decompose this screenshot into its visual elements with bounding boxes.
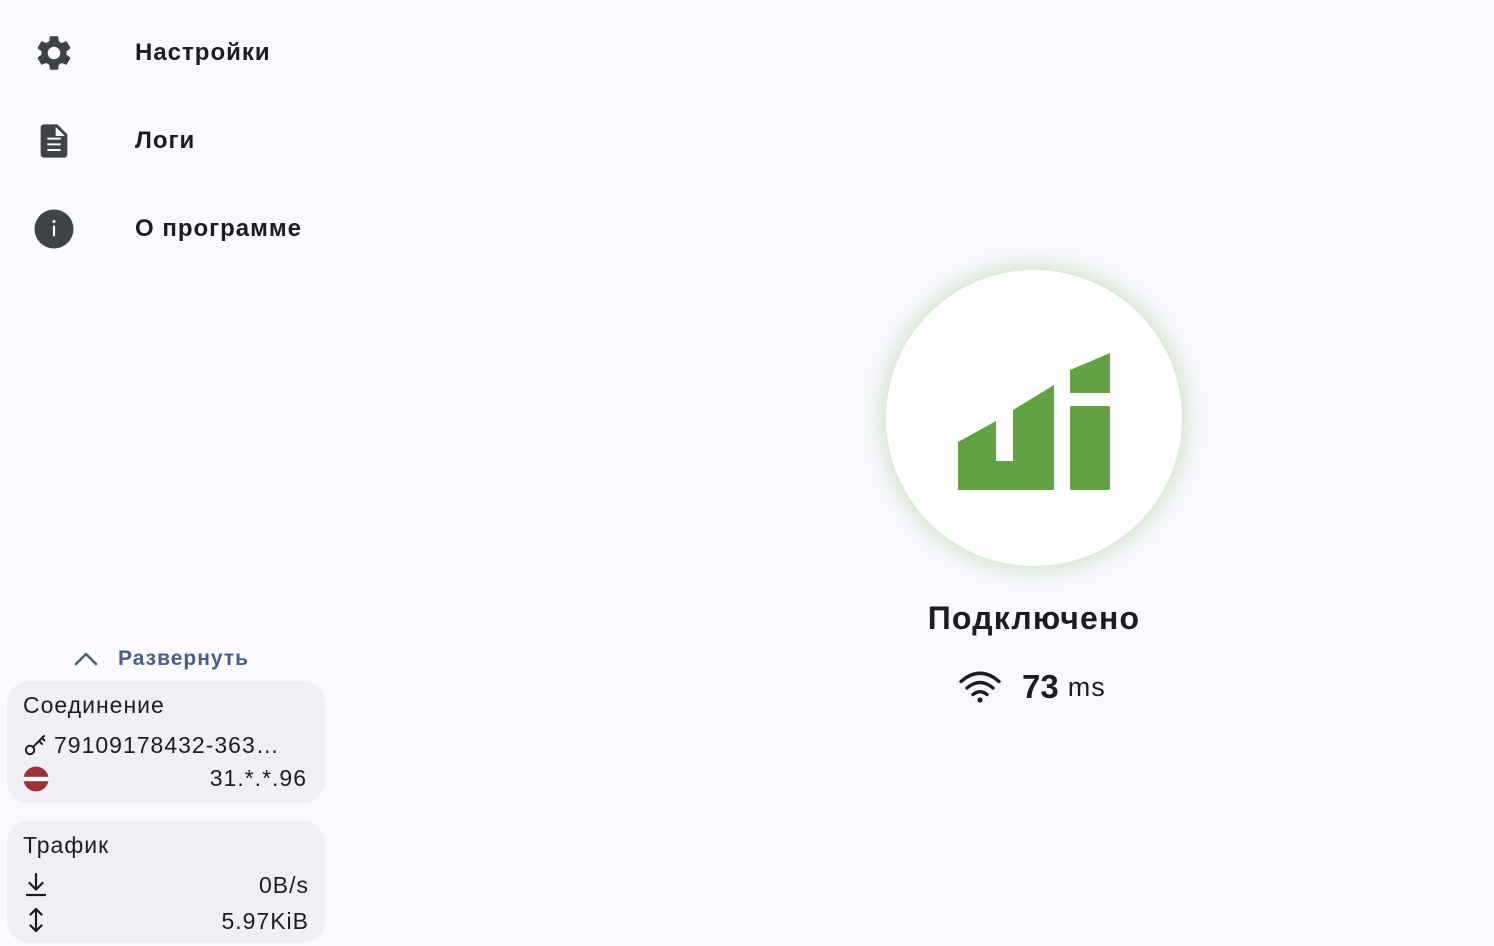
connection-profile: 79109178432-363… [54,732,280,758]
connection-card-title: Соединение [23,692,165,718]
traffic-card[interactable]: Трафик 0B/s 5.97KiB [7,821,325,943]
expand-button[interactable]: Развернуть [72,642,249,676]
traffic-card-title: Трафик [23,832,110,858]
latency-indicator: 73 ms [958,664,1106,710]
gear-icon [33,32,75,74]
connection-status: Подключено [927,600,1141,636]
latency-unit: ms [1067,671,1106,702]
connection-address: 31.*.*.96 [209,765,307,791]
key-icon [23,733,49,759]
wifi-icon [958,670,1002,704]
sidebar-item-label: Настройки [135,39,271,66]
traffic-total: 5.97KiB [221,908,309,934]
app-logo-icon [958,353,1110,490]
traffic-speed: 0B/s [258,872,309,898]
info-icon [33,208,75,250]
sidebar-item-about[interactable]: О программе [0,193,340,265]
sidebar-item-label: Логи [135,127,196,154]
document-icon [33,120,75,162]
download-icon [23,871,49,899]
sidebar-item-logs[interactable]: Логи [0,105,340,177]
latency-value: 73 [1022,668,1059,705]
connect-toggle-button[interactable] [886,270,1182,566]
up-down-arrows-icon [23,906,49,934]
latvia-flag-icon [23,766,49,792]
sidebar-item-settings[interactable]: Настройки [0,17,340,89]
connection-card[interactable]: Соединение 79109178432-363… 31.*.*.96 [7,681,325,803]
chevron-up-icon [72,649,100,669]
sidebar-item-label: О программе [135,215,303,242]
expand-label: Развернуть [118,647,250,670]
